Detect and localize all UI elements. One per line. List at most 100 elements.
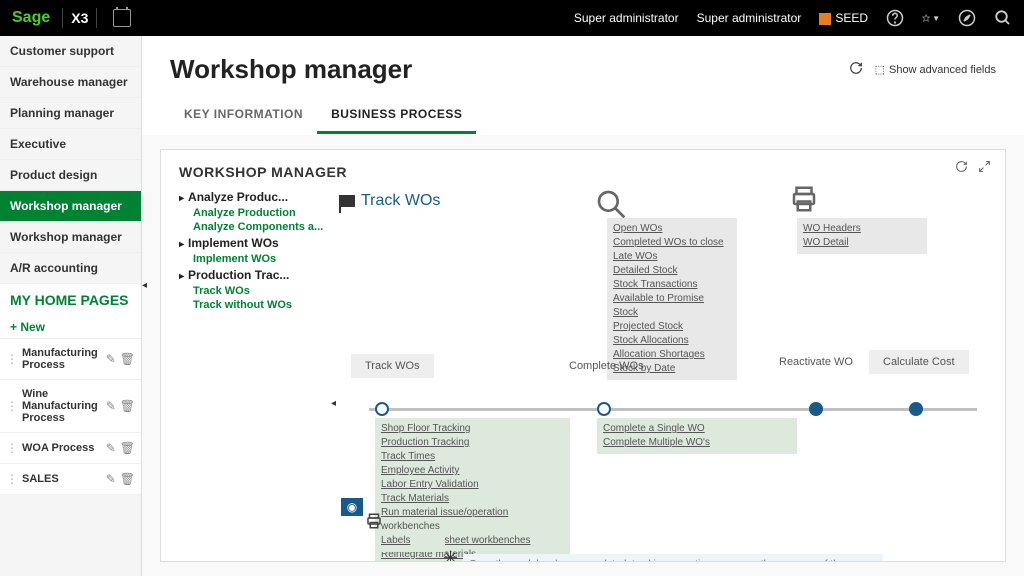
- process-link[interactable]: Completed WOs to close: [613, 236, 731, 250]
- edit-icon[interactable]: ✎: [106, 399, 116, 413]
- sidebar-item[interactable]: Planning manager: [0, 98, 141, 129]
- stage-track[interactable]: Track WOs: [351, 354, 434, 378]
- process-link[interactable]: WO Detail: [803, 236, 921, 250]
- drag-icon[interactable]: ⋮: [6, 352, 18, 366]
- process-link[interactable]: Track Materials: [381, 492, 564, 506]
- drag-icon[interactable]: ⋮: [6, 441, 18, 455]
- timeline-node-1[interactable]: [375, 402, 389, 416]
- stage-calculate[interactable]: Calculate Cost: [869, 350, 969, 374]
- tab[interactable]: KEY INFORMATION: [170, 97, 317, 134]
- user-role-2[interactable]: Super administrator: [697, 11, 802, 25]
- page-title: Workshop manager: [170, 54, 412, 85]
- sidebar-item[interactable]: Customer support: [0, 36, 141, 67]
- edit-icon[interactable]: ✎: [106, 472, 116, 486]
- compass-icon[interactable]: [958, 9, 976, 27]
- sidebar-item[interactable]: A/R accounting: [0, 253, 141, 284]
- diagram-collapse-icon[interactable]: ◂: [331, 398, 336, 409]
- new-home-page[interactable]: + New: [0, 316, 141, 338]
- main-area: Workshop manager ⬚Show advanced fields K…: [142, 36, 1024, 576]
- process-link[interactable]: Stock Allocations: [613, 334, 731, 348]
- sidebar-item[interactable]: Product design: [0, 160, 141, 191]
- process-link[interactable]: Available to Promise Stock: [613, 292, 731, 320]
- drag-icon[interactable]: ⋮: [6, 472, 18, 486]
- home-page-item[interactable]: ⋮SALES✎🗑: [0, 463, 141, 494]
- tree-node[interactable]: Analyze Produc...: [179, 188, 329, 206]
- process-link[interactable]: Complete Multiple WO's: [603, 436, 791, 450]
- sidebar-collapse-icon[interactable]: ◂: [142, 280, 147, 291]
- topbar-right: Super administrator Super administrator …: [574, 9, 1012, 27]
- product-name[interactable]: X3: [62, 8, 97, 28]
- tree-node[interactable]: Production Trac...: [179, 266, 329, 284]
- content-area: WORKSHOP MANAGER Analyze Produc...Analyz…: [142, 135, 1024, 576]
- delete-icon[interactable]: 🗑: [120, 441, 135, 455]
- home-pages-header: MY HOME PAGES: [0, 284, 141, 316]
- tabs: KEY INFORMATIONBUSINESS PROCESS: [142, 97, 1024, 135]
- panel-refresh-icon[interactable]: [955, 160, 968, 178]
- show-advanced-fields[interactable]: ⬚Show advanced fields: [875, 63, 996, 76]
- process-link[interactable]: Track Times: [381, 450, 564, 464]
- process-link[interactable]: Detailed Stock: [613, 264, 731, 278]
- delete-icon[interactable]: 🗑: [120, 352, 135, 366]
- sidebar-item[interactable]: Warehouse manager: [0, 67, 141, 98]
- home-page-item[interactable]: ⋮Wine Manufacturing Process✎🗑: [0, 379, 141, 432]
- process-link[interactable]: Complete a Single WO: [603, 422, 791, 436]
- logo[interactable]: Sage: [12, 9, 50, 27]
- sidebar-item[interactable]: Workshop manager: [0, 222, 141, 253]
- tree-subnode[interactable]: Analyze Production: [179, 206, 329, 220]
- print-links: WO HeadersWO Detail: [797, 218, 927, 254]
- search-icon[interactable]: [994, 9, 1012, 27]
- tree-subnode[interactable]: Track without WOs: [179, 298, 329, 312]
- stage-reactivate[interactable]: Reactivate WO: [779, 356, 853, 368]
- favorite-icon[interactable]: ▼: [922, 9, 940, 27]
- delete-icon[interactable]: 🗑: [120, 399, 135, 413]
- process-link[interactable]: Stock Transactions: [613, 278, 731, 292]
- process-link[interactable]: Open WOs: [613, 222, 731, 236]
- process-link[interactable]: Production Tracking: [381, 436, 564, 450]
- process-link[interactable]: Projected Stock: [613, 320, 731, 334]
- process-diagram: ◂ Track WOs Open WOsCompleted WOs to clo…: [339, 188, 987, 562]
- process-link[interactable]: Labor Entry Validation: [381, 478, 564, 492]
- tree-subnode[interactable]: Track WOs: [179, 284, 329, 298]
- environment-badge[interactable]: SEED: [819, 11, 868, 25]
- calendar-icon[interactable]: [113, 9, 131, 27]
- sidebar-item[interactable]: Workshop manager: [0, 191, 141, 222]
- edit-icon[interactable]: ✎: [106, 352, 116, 366]
- sidebar: Customer supportWarehouse managerPlannin…: [0, 36, 142, 576]
- description-text: Once the work has been completed, tracki…: [463, 554, 883, 562]
- process-link[interactable]: WO Headers: [803, 222, 921, 236]
- delete-icon[interactable]: 🗑: [120, 472, 135, 486]
- tree-node[interactable]: Implement WOs: [179, 234, 329, 252]
- drag-icon[interactable]: ⋮: [6, 399, 18, 413]
- sidebar-item[interactable]: Executive: [0, 129, 141, 160]
- timeline-node-3[interactable]: [809, 402, 823, 416]
- timeline-node-2[interactable]: [597, 402, 611, 416]
- refresh-icon[interactable]: [849, 61, 863, 78]
- stage-complete[interactable]: Complete WOs: [569, 360, 644, 372]
- home-page-item[interactable]: ⋮WOA Process✎🗑: [0, 432, 141, 463]
- edit-icon[interactable]: ✎: [106, 441, 116, 455]
- eye-icon[interactable]: ◉: [341, 498, 363, 516]
- process-panel: WORKSHOP MANAGER Analyze Produc...Analyz…: [160, 149, 1006, 562]
- timeline: [369, 408, 977, 411]
- search-links: Open WOsCompleted WOs to closeLate WOsDe…: [607, 218, 737, 380]
- help-icon[interactable]: [886, 9, 904, 27]
- tab[interactable]: BUSINESS PROCESS: [317, 97, 476, 134]
- process-tree: Analyze Produc...Analyze ProductionAnaly…: [179, 188, 329, 312]
- home-page-item[interactable]: ⋮Manufacturing Process✎🗑: [0, 338, 141, 379]
- diagram-title: Track WOs: [339, 188, 987, 214]
- panel-expand-icon[interactable]: [978, 160, 991, 178]
- small-printer-icon[interactable]: [365, 512, 383, 535]
- panel-title: WORKSHOP MANAGER: [179, 164, 987, 180]
- printer-icon[interactable]: [789, 184, 819, 217]
- timeline-node-4[interactable]: [909, 402, 923, 416]
- topbar: Sage X3 Super administrator Super admini…: [0, 0, 1024, 36]
- tree-subnode[interactable]: Implement WOs: [179, 252, 329, 266]
- labels-box[interactable]: Labels: [375, 530, 445, 552]
- user-role-1[interactable]: Super administrator: [574, 11, 679, 25]
- process-link[interactable]: Employee Activity: [381, 464, 564, 478]
- complete-links: Complete a Single WOComplete Multiple WO…: [597, 418, 797, 454]
- process-link[interactable]: Shop Floor Tracking: [381, 422, 564, 436]
- flag-icon: [339, 195, 355, 207]
- tree-subnode[interactable]: Analyze Components a...: [179, 220, 329, 234]
- process-link[interactable]: Late WOs: [613, 250, 731, 264]
